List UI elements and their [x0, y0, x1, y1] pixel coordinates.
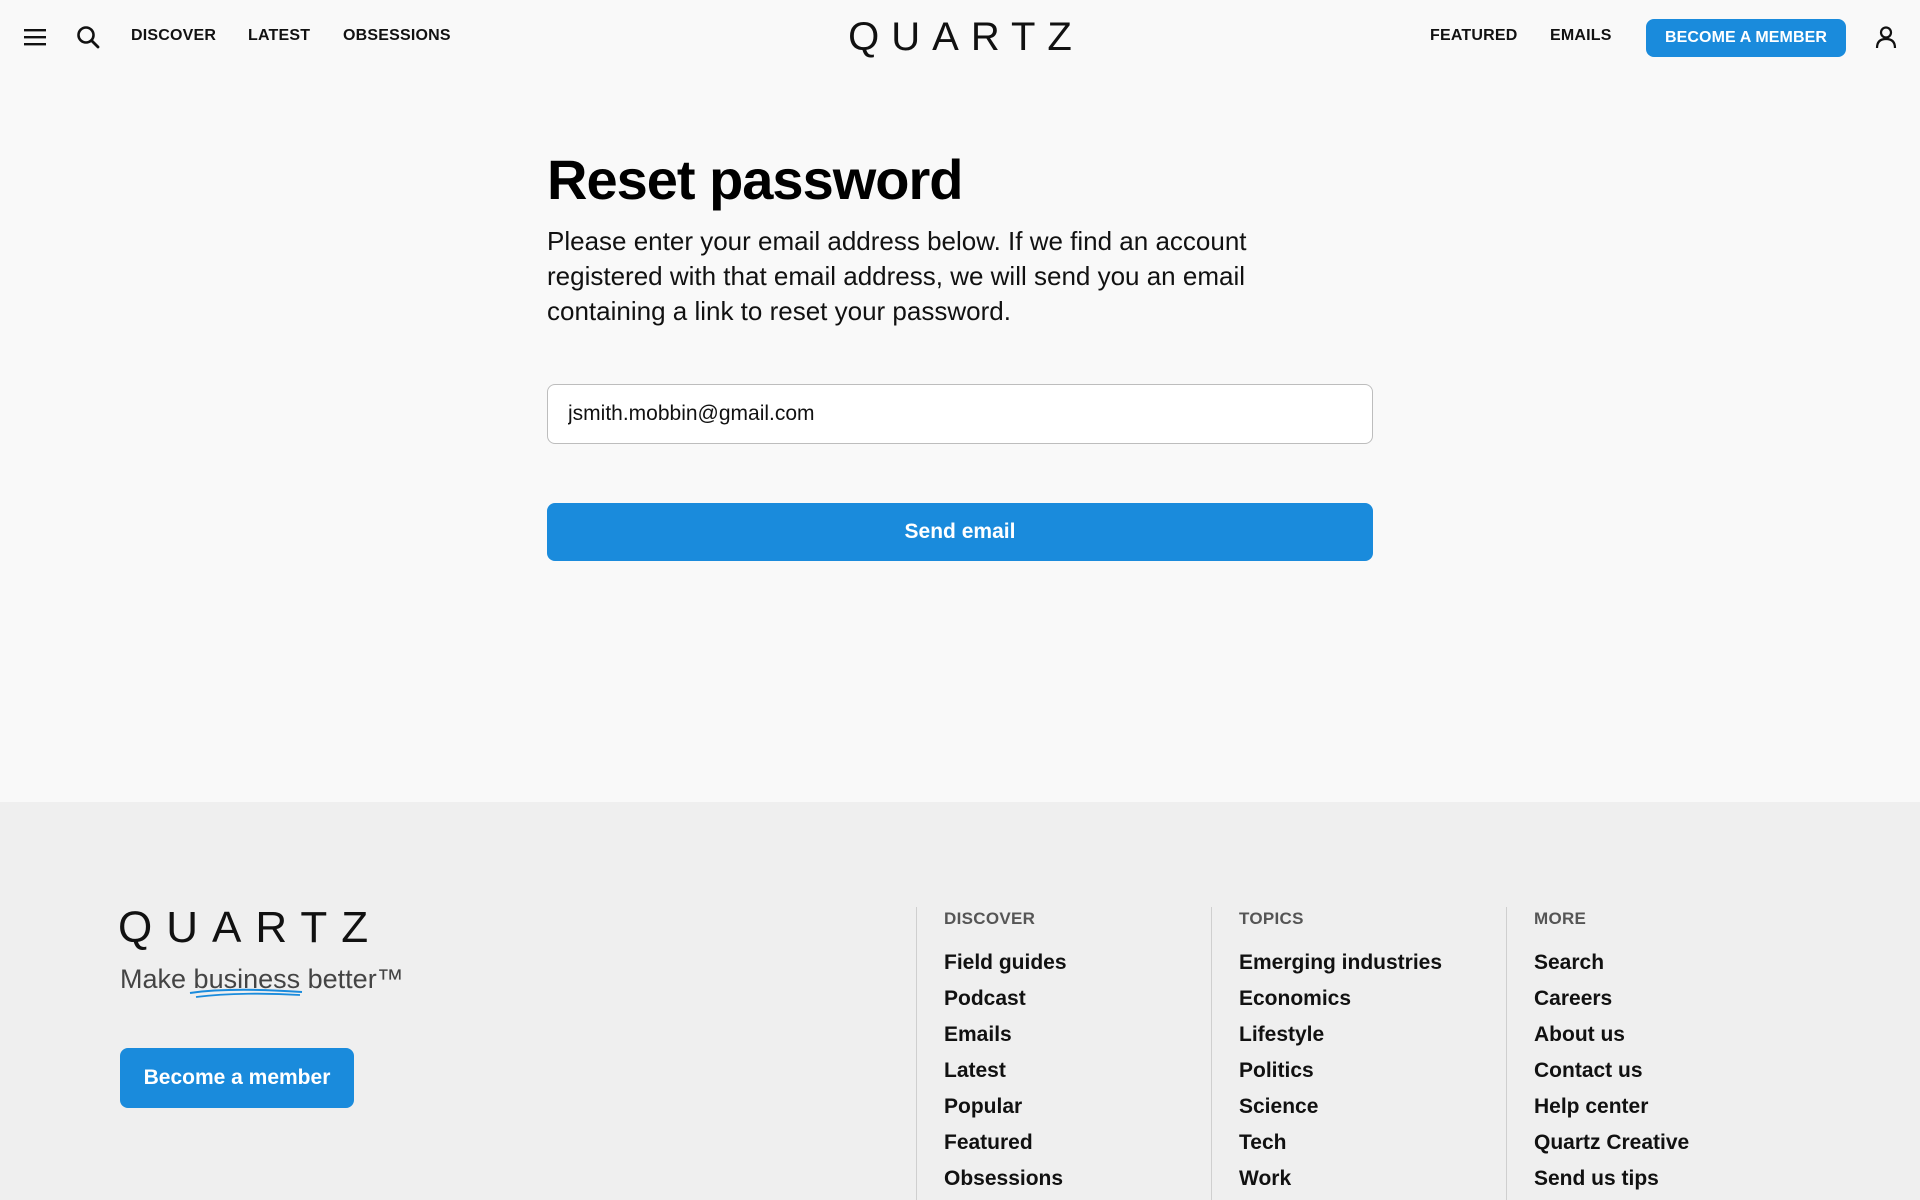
footer-link-obsessions[interactable]: Obsessions	[944, 1161, 1186, 1197]
nav-featured[interactable]: FEATURED	[1430, 27, 1518, 49]
email-field[interactable]	[547, 384, 1373, 444]
footer-column-title: DISCOVER	[944, 909, 1036, 928]
footer-link-emails[interactable]: Emails	[944, 1017, 1186, 1053]
footer-link-contact-us[interactable]: Contact us	[1534, 1053, 1776, 1089]
footer-link-help-center[interactable]: Help center	[1534, 1089, 1776, 1125]
footer-link-podcast[interactable]: Podcast	[944, 981, 1186, 1017]
footer-column-topics: TOPICS Emerging industries Economics Lif…	[1211, 907, 1481, 1200]
footer-link-featured[interactable]: Featured	[944, 1125, 1186, 1161]
footer-link-careers[interactable]: Careers	[1534, 981, 1776, 1017]
search-icon[interactable]	[71, 20, 105, 54]
tagline-end: better™	[307, 964, 404, 994]
footer-tagline: Make business better™	[120, 962, 404, 998]
page-title: Reset password	[547, 148, 964, 211]
footer-link-send-us-tips[interactable]: Send us tips	[1534, 1161, 1776, 1197]
footer: QUARTZ Make business better™ Become a me…	[0, 802, 1920, 1200]
nav-emails[interactable]: EMAILS	[1550, 27, 1612, 49]
footer-link-about-us[interactable]: About us	[1534, 1017, 1776, 1053]
footer-link-science[interactable]: Science	[1239, 1089, 1481, 1125]
tagline-start: Make	[120, 964, 187, 994]
scribble-underline-icon	[189, 988, 302, 998]
become-member-button[interactable]: BECOME A MEMBER	[1646, 19, 1846, 57]
footer-link-economics[interactable]: Economics	[1239, 981, 1481, 1017]
footer-become-member-button[interactable]: Become a member	[120, 1048, 354, 1108]
send-email-button[interactable]: Send email	[547, 503, 1373, 561]
footer-link-latest[interactable]: Latest	[944, 1053, 1186, 1089]
user-icon[interactable]	[1869, 20, 1903, 54]
top-navigation: DISCOVER LATEST OBSESSIONS QUARTZ FEATUR…	[0, 0, 1920, 76]
footer-link-tech[interactable]: Tech	[1239, 1125, 1481, 1161]
menu-icon[interactable]	[18, 20, 52, 54]
footer-quartz-logo[interactable]: QUARTZ	[118, 902, 382, 954]
quartz-logo[interactable]: QUARTZ	[800, 14, 1120, 60]
footer-link-field-guides[interactable]: Field guides	[944, 945, 1186, 981]
footer-column-title: TOPICS	[1239, 909, 1304, 928]
nav-latest[interactable]: LATEST	[248, 27, 310, 49]
footer-link-popular[interactable]: Popular	[944, 1089, 1186, 1125]
footer-link-emerging-industries[interactable]: Emerging industries	[1239, 945, 1481, 981]
footer-link-search[interactable]: Search	[1534, 945, 1776, 981]
tagline-underlined-word: business	[189, 962, 302, 998]
footer-column-more: MORE Search Careers About us Contact us …	[1506, 907, 1776, 1200]
footer-link-quartz-creative[interactable]: Quartz Creative	[1534, 1125, 1776, 1161]
footer-link-work[interactable]: Work	[1239, 1161, 1481, 1197]
reset-password-section: Reset password Please enter your email a…	[547, 140, 1373, 329]
footer-column-discover: DISCOVER Field guides Podcast Emails Lat…	[916, 907, 1186, 1200]
nav-obsessions[interactable]: OBSESSIONS	[343, 27, 451, 49]
footer-column-title: MORE	[1534, 909, 1587, 928]
footer-link-politics[interactable]: Politics	[1239, 1053, 1481, 1089]
page-description: Please enter your email address below. I…	[547, 226, 1247, 326]
nav-discover[interactable]: DISCOVER	[131, 27, 216, 49]
footer-link-lifestyle[interactable]: Lifestyle	[1239, 1017, 1481, 1053]
